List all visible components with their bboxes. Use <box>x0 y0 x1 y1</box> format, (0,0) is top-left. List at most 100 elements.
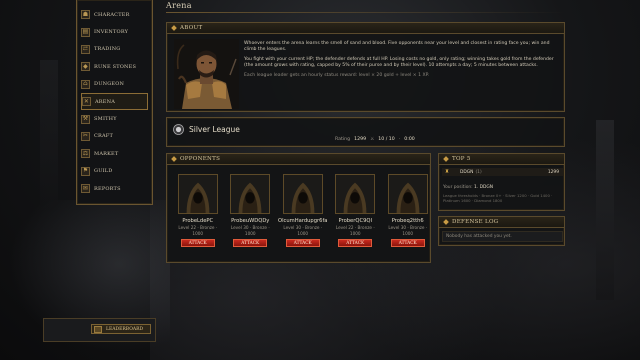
opponents-list: ProbeLdePC Level 22 · Bronze · 1000 Attack P… <box>173 174 433 259</box>
league-panel: Silver League Rating 1299 ⚔ 10 / 10 · 0:… <box>166 117 565 147</box>
leaderboard-icon <box>94 326 102 333</box>
reports-icon: ✉ <box>81 184 90 194</box>
sidebar-item-trading[interactable]: ⇄ Trading <box>81 41 148 58</box>
league-medal-icon <box>173 124 184 135</box>
your-position: Your position: 1. DDGN <box>443 185 493 190</box>
leaderboard-row[interactable]: ♜ DDGN (1) 1299 <box>442 168 563 176</box>
title-divider <box>166 12 566 13</box>
rune-stone-icon: ◆ <box>81 62 90 72</box>
rating-value: 1299 <box>354 137 367 142</box>
attack-button[interactable]: Attack <box>285 239 320 247</box>
about-note: Each league leader gets an hourly status… <box>244 73 430 79</box>
sidebar-item-label: Guild <box>94 168 113 175</box>
league-name: Silver League <box>189 125 240 134</box>
top5-panel: Top 5 ♜ DDGN (1) 1299 Your position: 1. … <box>438 153 565 211</box>
sidebar-item-label: Rune Stones <box>94 63 137 70</box>
sidebar-item-smithy[interactable]: ⚒ Smithy <box>81 110 148 127</box>
opponent-rating: 1000 <box>244 230 256 236</box>
timer-value: 0:00 <box>404 137 415 142</box>
opponent-info: Level 22 · Bronze · 1000 <box>336 225 375 236</box>
opponent-name: ProbeLdePC <box>182 218 214 224</box>
opponent-level: Level 30 · Bronze · <box>230 225 270 230</box>
opponent-info: Level 30 · Bronze · 1000 <box>231 225 270 236</box>
opponent-info: Level 30 · Bronze · 1000 <box>388 225 427 236</box>
opponent-card: OlcumHardupgr6fa Level 30 · Bronze · 1000 A… <box>278 174 328 259</box>
opponent-rating: 1000 <box>349 230 361 236</box>
your-position-label: Your position: <box>443 185 473 190</box>
opponent-info: Level 30 · Bronze · 1000 <box>283 225 322 236</box>
rating-label: Rating <box>335 137 351 142</box>
player-rating: 1299 <box>547 169 559 175</box>
opponent-info: Level 22 · Bronze · 1000 <box>178 225 217 236</box>
opponent-card: ProbeLdePC Level 22 · Bronze · 1000 Attack <box>173 174 223 259</box>
craft-icon: ✂ <box>81 131 90 141</box>
defense-log-panel: Defense Log Nobody has attacked you yet. <box>438 216 565 246</box>
defense-log-title: Defense Log <box>452 219 499 225</box>
opponent-rating: 1000 <box>192 230 204 236</box>
guild-icon: ⚑ <box>81 166 90 176</box>
sidebar-item-arena[interactable]: ✕ Arena <box>81 92 148 111</box>
sidebar-item-label: Dungeon <box>94 81 125 88</box>
leaderboard-button[interactable]: Leaderboard <box>91 324 151 334</box>
hooded-figure-avatar <box>230 174 271 214</box>
attack-button[interactable]: Attack <box>180 239 215 247</box>
league-thresholds-note: League thresholds · Bronze 0+ · Silver 1… <box>443 193 553 203</box>
opponents-title: Opponents <box>180 156 221 162</box>
opponents-panel: Opponents ProbeLdePC Level 22 · Bronze · 1… <box>166 153 431 263</box>
about-paragraph: Whoever enters the arena learns the smel… <box>244 41 550 53</box>
league-stats: Rating 1299 ⚔ 10 / 10 · 0:00 <box>335 137 415 142</box>
opponent-name: ProbeuWDQDy <box>231 218 270 224</box>
sidebar-item-craft[interactable]: ✂ Craft <box>81 128 148 145</box>
attempts-value: 10 / 10 <box>378 137 395 142</box>
clock-icon: · <box>398 137 401 142</box>
market-icon: ⚖ <box>81 149 90 159</box>
diamond-icon <box>443 156 449 162</box>
crossed-swords-icon: ✕ <box>82 97 91 107</box>
opponent-name: ProberQC9QI <box>338 218 372 224</box>
defense-log-header: Defense Log <box>439 217 564 228</box>
sidebar-item-label: Inventory <box>94 29 129 36</box>
hooded-figure-avatar <box>335 174 376 214</box>
opponent-rating: 1000 <box>402 230 414 236</box>
about-text: Whoever enters the arena learns the smel… <box>244 41 562 83</box>
trophy-icon: ♜ <box>444 169 450 175</box>
sidebar-item-dungeon[interactable]: ⌂ Dungeon <box>81 76 148 93</box>
attack-button[interactable]: Attack <box>390 239 425 247</box>
crossed-swords-icon: ⚔ <box>370 137 375 142</box>
attack-button[interactable]: Attack <box>233 239 268 247</box>
opponent-level: Level 22 · Bronze · <box>335 225 375 230</box>
character-icon: ☗ <box>81 10 90 20</box>
player-name: DDGN <box>460 169 474 175</box>
sidebar-item-market[interactable]: ⚖ Market <box>81 145 148 162</box>
opponent-name: Probeq2tth6 <box>391 218 424 224</box>
sidebar-item-inventory[interactable]: ▤ Inventory <box>81 23 148 40</box>
sidebar-item-reports[interactable]: ✉ Reports <box>81 180 148 197</box>
gladiator-portrait <box>174 39 239 109</box>
opponent-card: ProbeuWDQDy Level 30 · Bronze · 1000 Attack <box>226 174 276 259</box>
sidebar-item-guild[interactable]: ⚑ Guild <box>81 163 148 180</box>
sidebar-item-label: Smithy <box>94 116 117 123</box>
background-pillar <box>40 60 58 210</box>
sidebar-item-label: Craft <box>94 133 114 140</box>
opponent-card: Probeq2tth6 Level 30 · Bronze · 1000 Attack <box>383 174 433 259</box>
opponent-card: ProberQC9QI Level 22 · Bronze · 1000 Attack <box>331 174 381 259</box>
attack-button[interactable]: Attack <box>338 239 373 247</box>
trading-icon: ⇄ <box>81 44 90 54</box>
dungeon-icon: ⌂ <box>81 79 90 89</box>
your-position-value: 1. DDGN <box>474 185 494 190</box>
top5-title: Top 5 <box>452 156 471 162</box>
sidebar-item-label: Character <box>94 11 130 18</box>
defense-log-empty: Nobody has attacked you yet. <box>442 231 563 242</box>
diamond-icon <box>443 219 449 225</box>
sidebar-item-label: Trading <box>94 46 121 53</box>
background-pillar <box>596 120 614 300</box>
opponent-level: Level 22 · Bronze · <box>178 225 218 230</box>
sidebar-item-character[interactable]: ☗ Character <box>81 6 148 23</box>
sidebar-item-label: Reports <box>94 185 121 192</box>
opponent-rating: 1000 <box>297 230 309 236</box>
sidebar-item-label: Market <box>94 150 119 157</box>
about-title: About <box>180 25 203 31</box>
player-rank: (1) <box>475 169 482 175</box>
page-title: Arena <box>166 1 192 10</box>
sidebar-item-rune-stones[interactable]: ◆ Rune Stones <box>81 58 148 75</box>
